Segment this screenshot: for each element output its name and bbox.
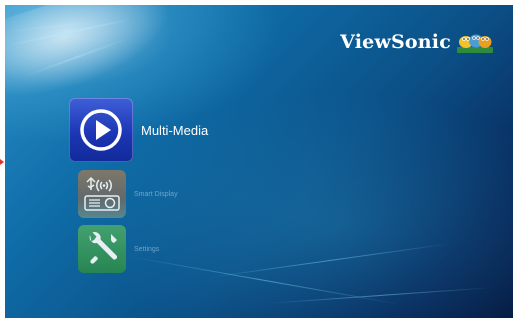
projector-home-screen: ViewSonic Multi-Media Smart Display Sett…	[5, 5, 513, 318]
menu-item-settings[interactable]: Settings	[78, 225, 159, 273]
smart-display-tile[interactable]	[78, 170, 126, 218]
background-floor-ray	[127, 255, 403, 306]
menu-item-label: Smart Display	[134, 190, 178, 198]
background-floor-ray	[206, 242, 454, 279]
tools-icon	[89, 232, 117, 264]
menu-item-label: Multi-Media	[141, 122, 209, 138]
menu-item-label: Settings	[134, 245, 160, 253]
menu-item-smart-display[interactable]: Smart Display	[78, 170, 178, 218]
usb-wifi-projector-icon	[84, 176, 120, 211]
settings-tile[interactable]	[78, 225, 126, 273]
menu-item-multi-media[interactable]: Multi-Media	[69, 98, 208, 162]
multi-media-tile[interactable]	[69, 98, 133, 162]
selection-pointer	[0, 159, 4, 165]
viewsonic-logo: ViewSonic	[340, 31, 493, 53]
logo-text: ViewSonic	[340, 31, 451, 53]
viewsonic-birds-icon	[457, 34, 493, 53]
play-icon	[80, 109, 122, 151]
